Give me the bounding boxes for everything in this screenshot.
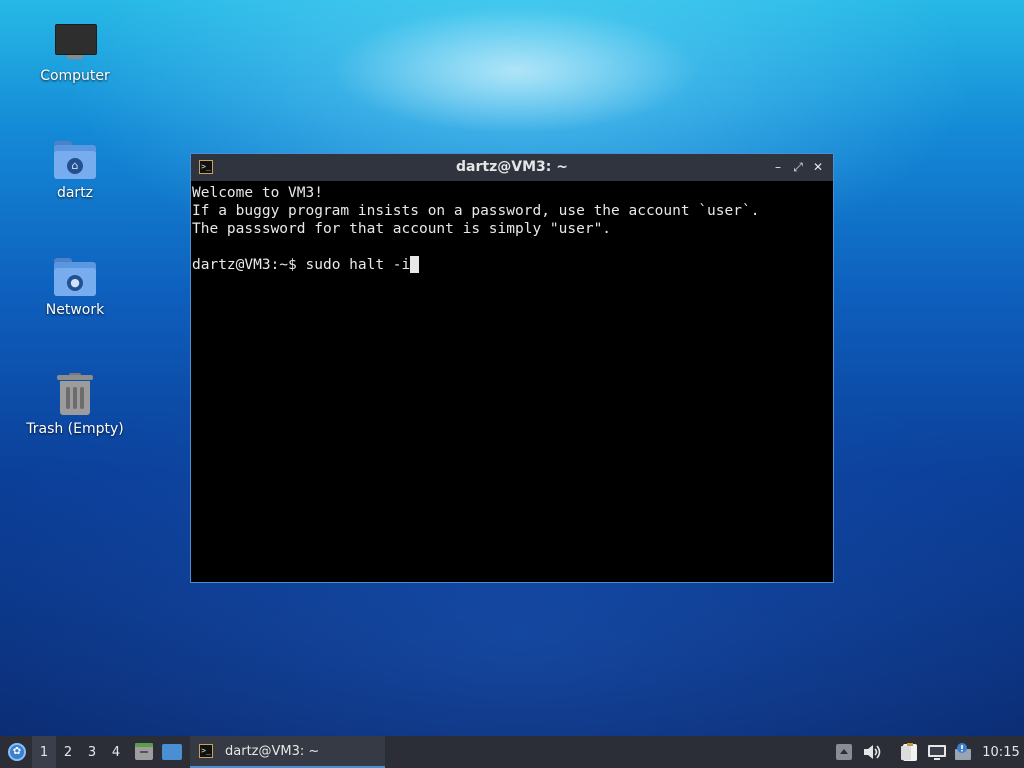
maximize-button[interactable]: ⤢ [789,158,807,176]
terminal-window[interactable]: >_ dartz@VM3: ~ – ⤢ ✕ Welcome to VM3! If… [190,153,834,583]
desktop-icon-label: Network [45,302,105,318]
window-titlebar[interactable]: >_ dartz@VM3: ~ – ⤢ ✕ [191,154,833,181]
terminal-icon: >_ [199,744,213,758]
desktop-icon-label: Trash (Empty) [26,421,124,437]
update-notifier-icon [955,743,971,760]
window-title: dartz@VM3: ~ [456,159,568,175]
update-notifier-button[interactable] [951,736,975,768]
network-monitor-icon [928,745,946,760]
clipboard-icon [901,743,917,761]
desktop-icon-trash[interactable]: Trash (Empty) [20,373,130,437]
taskbar: ✿ 1 2 3 4 >_ dartz@VM3: ~ 10:15 [0,736,1024,768]
text-cursor [410,256,420,273]
start-menu-button[interactable]: ✿ [4,736,30,768]
clipboard-button[interactable] [897,736,921,768]
volume-icon [864,745,881,759]
volume-button[interactable] [861,736,883,768]
computer-icon [54,24,97,62]
workspace-2-button[interactable]: 2 [56,736,80,768]
desktop-icon-computer[interactable]: Computer [20,24,130,84]
terminal-line: If a buggy program insists on a password… [192,203,760,219]
lxqt-logo-icon: ✿ [8,743,26,761]
command-input[interactable]: sudo halt -i [306,257,411,273]
file-manager-launcher[interactable] [133,736,155,768]
desktop-icon-label: Computer [40,68,110,84]
file-manager-icon [135,743,153,760]
minimize-button[interactable]: – [769,158,787,176]
workspace-4-button[interactable]: 4 [104,736,128,768]
tray-arrow-icon [836,744,852,760]
trash-icon [57,373,93,415]
network-monitor-button[interactable] [925,736,949,768]
home-folder-icon: ⌂ [54,141,96,179]
desktop: Computer ⌂ dartz ● Network Trash (Empty)… [0,0,1024,736]
desktop-icon-home[interactable]: ⌂ dartz [20,141,130,201]
workspace-3-button[interactable]: 3 [80,736,104,768]
clock[interactable]: 10:15 [978,736,1024,768]
terminal-line: The passsword for that account is simply… [192,221,612,237]
close-button[interactable]: ✕ [809,158,827,176]
network-folder-icon: ● [54,258,96,296]
terminal-prompt-line[interactable]: dartz@VM3:~$ sudo halt -i [192,256,833,274]
workspace-1-button[interactable]: 1 [32,736,56,768]
desktop-icon-network[interactable]: ● Network [20,258,130,318]
terminal-line: Welcome to VM3! [192,185,323,201]
terminal-output[interactable]: Welcome to VM3! If a buggy program insis… [192,181,833,582]
tray-arrow-button[interactable] [833,736,855,768]
show-desktop-button[interactable] [161,736,183,768]
show-desktop-icon [162,744,182,760]
taskbar-item-terminal[interactable]: >_ dartz@VM3: ~ [190,736,385,768]
taskbar-item-label: dartz@VM3: ~ [225,743,320,759]
shell-prompt: dartz@VM3:~$ [192,257,306,273]
desktop-icon-label: dartz [56,185,94,201]
